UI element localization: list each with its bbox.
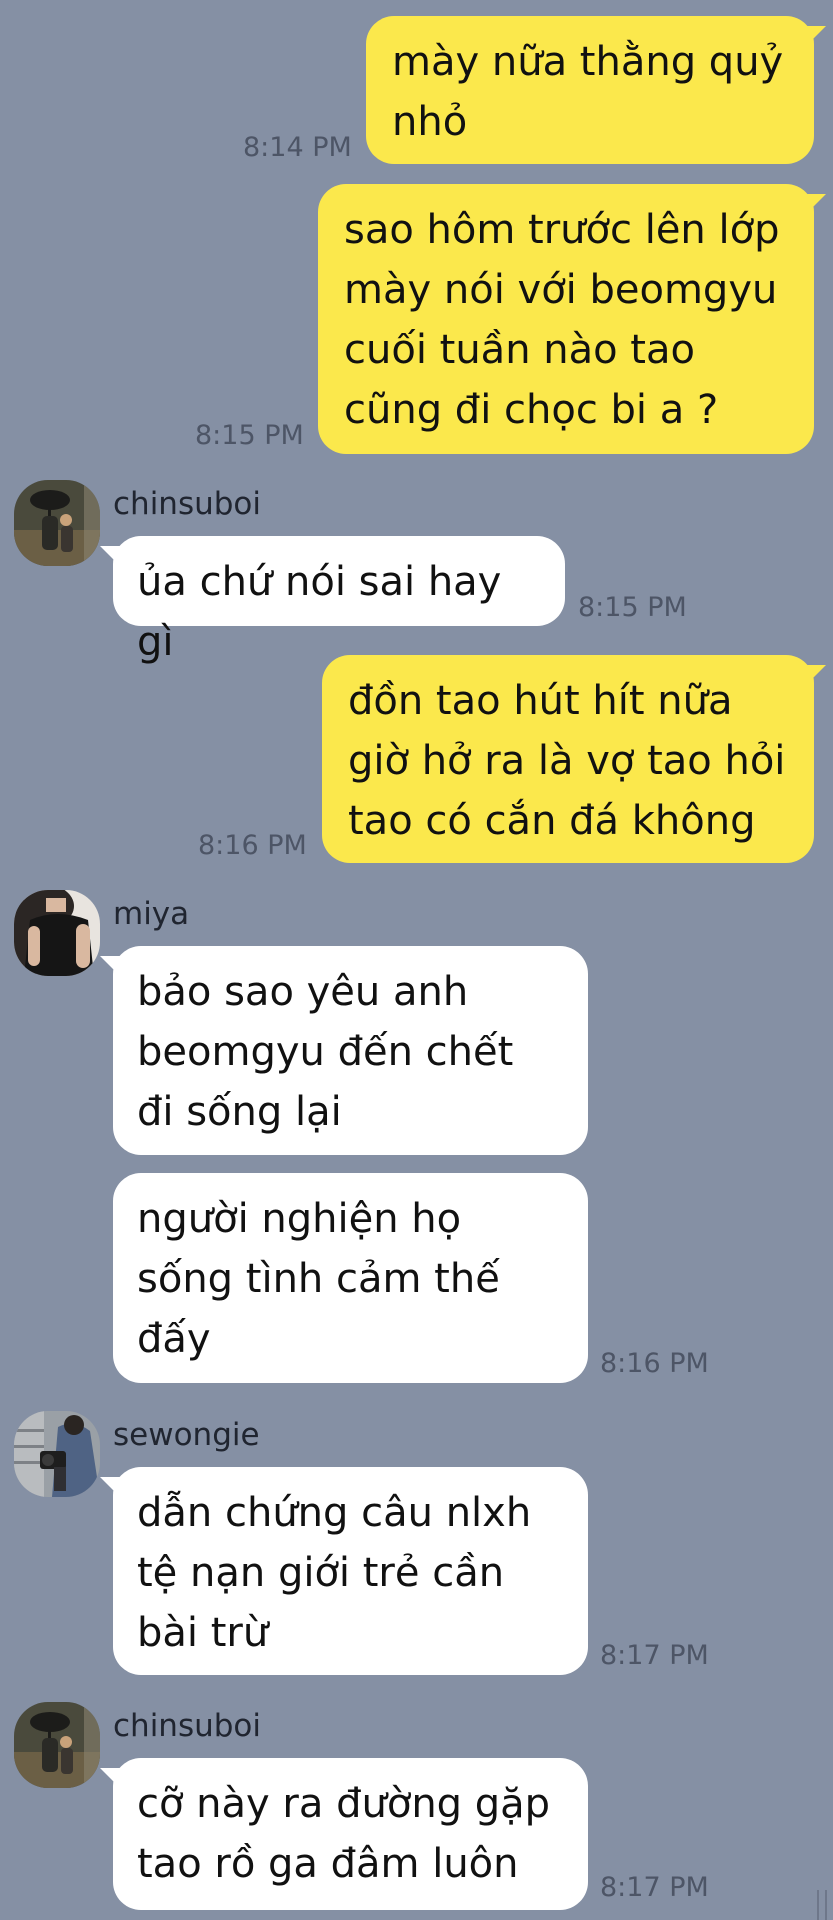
avatar-photo-icon — [14, 890, 100, 976]
sender-name: chinsuboi — [113, 486, 262, 522]
bubble-tail — [804, 194, 826, 216]
avatar-photo-icon — [14, 1411, 100, 1497]
message-bubble[interactable]: bảo sao yêu anh beomgyu đến chết đi sống… — [113, 946, 588, 1155]
avatar-photo-icon — [14, 480, 100, 566]
message-time: 8:14 PM — [243, 132, 352, 163]
bubble-tail — [804, 26, 826, 48]
message-time: 8:16 PM — [198, 830, 307, 861]
message-bubble[interactable]: mày nữa thằng quỷ nhỏ — [366, 16, 814, 164]
message-bubble[interactable]: cỡ này ra đường gặp tao rồ ga đâm luôn — [113, 1758, 588, 1910]
scroll-indicator[interactable] — [817, 1890, 827, 1920]
message-time: 8:15 PM — [578, 592, 687, 623]
message-time: 8:17 PM — [600, 1640, 709, 1671]
bubble-tail — [100, 1477, 122, 1499]
message-bubble[interactable]: sao hôm trước lên lớp mày nói với beomgy… — [318, 184, 814, 454]
message-time: 8:15 PM — [195, 420, 304, 451]
message-bubble[interactable]: đồn tao hút hít nữa giờ hở ra là vợ tao … — [322, 655, 814, 863]
avatar-chinsuboi[interactable] — [14, 1702, 100, 1788]
message-bubble[interactable]: người nghiện họ sống tình cảm thế đấy — [113, 1173, 588, 1383]
message-bubble[interactable]: ủa chứ nói sai hay gì — [113, 536, 565, 665]
message-time: 8:17 PM — [600, 1872, 709, 1903]
bubble-tail — [804, 665, 826, 687]
sender-name: miya — [113, 896, 190, 932]
avatar-chinsuboi[interactable] — [14, 480, 100, 566]
avatar-photo-icon — [14, 1702, 100, 1788]
sender-name: sewongie — [113, 1417, 260, 1453]
avatar-miya[interactable] — [14, 890, 100, 976]
message-time: 8:16 PM — [600, 1348, 709, 1379]
message-bubble[interactable]: dẫn chứng câu nlxh tệ nạn giới trẻ cần b… — [113, 1467, 588, 1675]
sender-name: chinsuboi — [113, 1708, 262, 1744]
avatar-sewongie[interactable] — [14, 1411, 100, 1497]
bubble-tail — [100, 1768, 122, 1790]
